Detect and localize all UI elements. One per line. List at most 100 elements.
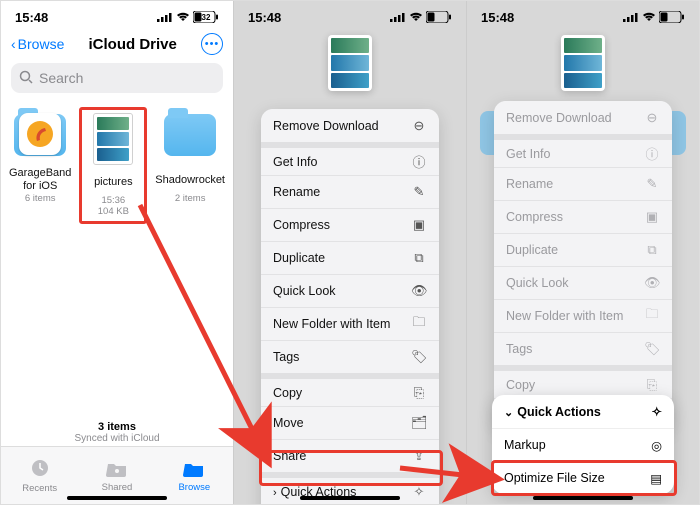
duplicate-icon: ⧉ xyxy=(411,250,427,266)
pencil-icon: ✎ xyxy=(411,184,427,200)
menu-duplicate: Duplicate⧉ xyxy=(494,233,672,266)
item-name: GarageBand for iOS xyxy=(9,167,71,193)
clock-icon xyxy=(30,458,50,481)
status-bar: 15:48 xyxy=(467,1,699,29)
folder-icon xyxy=(164,114,216,156)
back-label: Browse xyxy=(18,36,65,52)
item-meta1: 15:36 xyxy=(84,195,142,206)
battery-icon: 32 xyxy=(193,11,219,23)
copy-icon: ⎘ xyxy=(644,377,660,393)
signal-icon xyxy=(157,12,173,22)
markup-icon: ◎ xyxy=(651,438,662,453)
chevron-right-icon: › xyxy=(273,487,277,499)
menu-get-info: Get Infoⓘ xyxy=(494,134,672,167)
tag-icon: 🏷 xyxy=(644,341,660,357)
info-icon: ⓘ xyxy=(411,152,427,171)
eye-icon: 👁 xyxy=(644,275,660,291)
back-button[interactable]: ‹ Browse xyxy=(11,36,64,52)
menu-get-info[interactable]: Get Infoⓘ xyxy=(261,142,439,175)
folder-icon xyxy=(183,459,205,480)
eye-icon: 👁 xyxy=(411,283,427,299)
file-pictures[interactable]: pictures 15:36 104 KB xyxy=(79,107,147,224)
menu-new-folder: New Folder with Item🗀 xyxy=(494,299,672,332)
menu-tags: Tags🏷 xyxy=(494,332,672,365)
shared-folder-icon xyxy=(106,459,128,480)
submenu-optimize-file-size[interactable]: Optimize File Size▤ xyxy=(492,461,674,494)
move-icon: 🗂 xyxy=(411,415,427,431)
tab-label: Recents xyxy=(22,483,57,494)
status-bar: 15:48 xyxy=(234,1,466,29)
menu-remove-download[interactable]: Remove Download⊖ xyxy=(261,109,439,142)
menu-rename: Rename✎ xyxy=(494,167,672,200)
remove-icon: ⊖ xyxy=(644,110,660,126)
status-time: 15:48 xyxy=(481,10,514,25)
duplicate-icon: ⧉ xyxy=(644,242,660,258)
signal-icon xyxy=(390,12,406,22)
tab-browse[interactable]: Browse xyxy=(156,447,233,504)
tag-icon: 🏷 xyxy=(411,349,427,365)
tab-label: Shared xyxy=(102,482,133,493)
submenu-markup[interactable]: Markup◎ xyxy=(492,428,674,461)
panel-1-files-app: 15:48 32 ‹ Browse iCloud Drive ••• Searc… xyxy=(1,1,234,504)
wand-icon: ✧ xyxy=(652,404,662,419)
garageband-icon xyxy=(19,113,61,155)
status-time: 15:48 xyxy=(15,10,48,25)
folder-garageband[interactable]: GarageBand for iOS 6 items xyxy=(9,107,71,224)
item-name: Shadowrocket xyxy=(155,167,225,193)
info-icon: ⓘ xyxy=(644,144,660,163)
battery-icon xyxy=(426,11,452,23)
menu-copy: Copy⎘ xyxy=(494,365,672,398)
submenu-quick-actions-header[interactable]: ⌄Quick Actions✧ xyxy=(492,395,674,428)
menu-duplicate[interactable]: Duplicate⧉ xyxy=(261,241,439,274)
nav-bar: ‹ Browse iCloud Drive ••• xyxy=(1,29,233,59)
menu-new-folder[interactable]: New Folder with Item🗀 xyxy=(261,307,439,340)
more-button[interactable]: ••• xyxy=(201,33,223,55)
context-menu: Remove Download⊖ Get Infoⓘ Rename✎ Compr… xyxy=(261,109,439,504)
menu-compress: Compress▣ xyxy=(494,200,672,233)
menu-tags[interactable]: Tags🏷 xyxy=(261,340,439,373)
footer-status: 3 items Synced with iCloud xyxy=(1,421,233,444)
signal-icon xyxy=(623,12,639,22)
copy-icon: ⎘ xyxy=(411,385,427,401)
doc-icon: ▤ xyxy=(650,471,662,486)
wifi-icon xyxy=(642,12,656,22)
item-meta: 6 items xyxy=(9,193,71,204)
menu-compress[interactable]: Compress▣ xyxy=(261,208,439,241)
home-indicator[interactable] xyxy=(67,496,167,500)
folder-plus-icon: 🗀 xyxy=(644,305,660,327)
quick-actions-submenu: ⌄Quick Actions✧ Markup◎ Optimize File Si… xyxy=(492,395,674,494)
menu-remove-download: Remove Download⊖ xyxy=(494,101,672,134)
menu-quick-look: Quick Look👁 xyxy=(494,266,672,299)
panel-2-context-menu: 15:48 Remove Download⊖ Get Infoⓘ Rename✎… xyxy=(234,1,467,504)
folder-shadowrocket[interactable]: Shadowrocket 2 items xyxy=(155,107,225,224)
menu-share[interactable]: Share⇪ xyxy=(261,439,439,472)
item-meta2: 104 KB xyxy=(84,206,142,217)
status-time: 15:48 xyxy=(248,10,281,25)
battery-icon xyxy=(659,11,685,23)
chevron-left-icon: ‹ xyxy=(11,36,16,52)
folder-plus-icon: 🗀 xyxy=(411,313,427,335)
preview-thumb xyxy=(561,35,605,91)
svg-text:32: 32 xyxy=(202,13,211,22)
archive-icon: ▣ xyxy=(644,209,660,225)
item-count: 3 items xyxy=(1,421,233,433)
search-icon xyxy=(19,70,33,87)
wand-icon: ✧ xyxy=(411,484,427,500)
tab-recents[interactable]: Recents xyxy=(1,447,78,504)
menu-quick-look[interactable]: Quick Look👁 xyxy=(261,274,439,307)
search-input[interactable]: Search xyxy=(11,63,223,93)
menu-copy[interactable]: Copy⎘ xyxy=(261,373,439,406)
menu-move[interactable]: Move🗂 xyxy=(261,406,439,439)
ellipsis-icon: ••• xyxy=(205,38,220,50)
sync-status: Synced with iCloud xyxy=(1,433,233,444)
archive-icon: ▣ xyxy=(411,217,427,233)
pencil-icon: ✎ xyxy=(644,176,660,192)
page-title: iCloud Drive xyxy=(89,36,177,53)
preview-thumb xyxy=(328,35,372,91)
home-indicator[interactable] xyxy=(300,496,400,500)
chevron-down-icon: ⌄ xyxy=(504,407,513,419)
menu-rename[interactable]: Rename✎ xyxy=(261,175,439,208)
status-bar: 15:48 32 xyxy=(1,1,233,29)
context-menu-dimmed: Remove Download⊖ Get Infoⓘ Rename✎ Compr… xyxy=(494,101,672,431)
home-indicator[interactable] xyxy=(533,496,633,500)
